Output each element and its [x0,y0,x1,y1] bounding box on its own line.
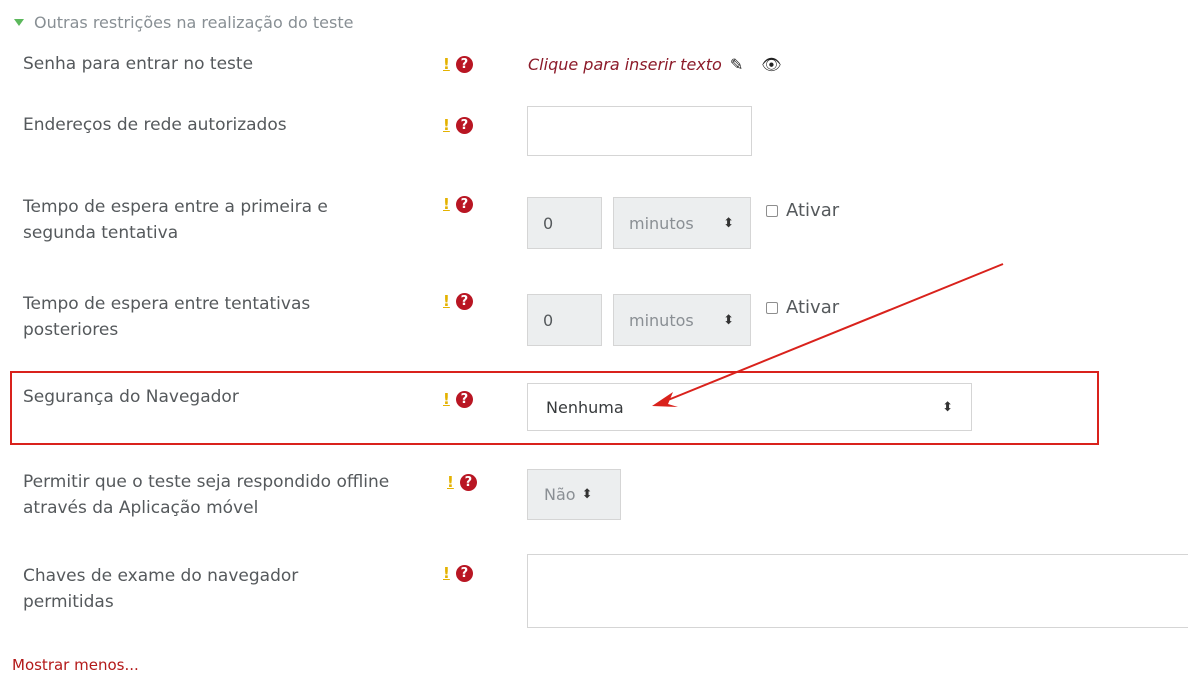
help-icon[interactable]: ? [455,390,473,408]
help-icon[interactable]: ? [455,55,473,73]
checkbox-icon[interactable] [766,301,778,314]
offline-label-line1: Permitir que o teste seja respondido off… [23,472,390,492]
advanced-icon: ! [443,195,450,213]
delay2-label: Tempo de espera entre tentativas posteri… [23,291,443,343]
subnet-input[interactable] [527,106,752,156]
offline-value: Não [544,485,576,504]
advanced-icon: ! [443,390,450,408]
delay2-label-line2: posteriores [23,320,119,340]
delay2-icons: ! ? [443,292,473,310]
advanced-icon: ! [443,564,450,582]
section-toggle[interactable]: Outras restrições na realização do teste [12,8,353,36]
offline-select[interactable]: Não ⬍ [527,469,621,520]
delay1-unit-select[interactable]: minutos ⬍ [613,197,751,249]
inplace-text[interactable]: Clique para inserir texto [528,55,722,74]
help-icon[interactable]: ? [455,116,473,134]
delay1-label: Tempo de espera entre a primeira e segun… [23,194,443,246]
exam-keys-textarea[interactable] [527,554,1188,628]
exam-keys-label-line1: Chaves de exame do navegador [23,566,299,586]
select-arrows-icon: ⬍ [581,487,593,502]
exam-keys-label-line2: permitidas [23,592,114,612]
eye-icon[interactable]: 👁 [761,55,781,74]
delay1-icons: ! ? [443,195,473,213]
delay2-number-input[interactable]: 0 [527,294,602,346]
help-icon[interactable]: ? [455,195,473,213]
pencil-icon[interactable]: ✎ [730,55,743,74]
offline-label-line2: através da Aplicação móvel [23,498,259,518]
browser-security-value: Nenhuma [546,397,624,417]
browser-security-select[interactable]: Nenhuma ⬍ [527,383,972,431]
subnet-label: Endereços de rede autorizados [23,115,287,135]
delay2-enable-checkbox[interactable]: Ativar [766,297,839,318]
browser-security-label: Segurança do Navegador [23,387,239,407]
password-inplace-editable[interactable]: Clique para inserir texto ✎ 👁 [528,52,782,76]
browser-security-icons: ! ? [443,390,473,408]
delay2-unit: minutos [629,310,694,330]
advanced-icon: ! [443,292,450,310]
offline-label: Permitir que o teste seja respondido off… [23,469,443,521]
section-title: Outras restrições na realização do teste [34,12,354,32]
delay1-number-input[interactable]: 0 [527,197,602,249]
subnet-icons: ! ? [443,116,473,134]
select-arrows-icon: ⬍ [723,312,734,328]
exam-keys-icons: ! ? [443,564,473,582]
delay2-value: 0 [543,310,554,330]
password-label: Senha para entrar no teste [23,54,254,74]
advanced-icon: ! [443,116,450,134]
help-icon[interactable]: ? [455,292,473,310]
delay1-value: 0 [543,213,554,233]
delay2-label-line1: Tempo de espera entre tentativas [23,294,311,314]
delay1-unit: minutos [629,213,694,233]
select-arrows-icon: ⬍ [723,215,734,231]
delay2-enable-label: Ativar [786,297,840,318]
password-icons: ! ? [443,55,473,73]
offline-icons: ! ? [447,473,477,491]
caret-down-icon [14,18,24,26]
delay1-label-line2: segunda tentativa [23,223,179,243]
checkbox-icon[interactable] [766,204,778,217]
help-icon[interactable]: ? [455,564,473,582]
exam-keys-label: Chaves de exame do navegador permitidas [23,563,443,615]
delay1-enable-label: Ativar [786,200,840,221]
delay1-enable-checkbox[interactable]: Ativar [766,200,839,221]
help-icon[interactable]: ? [459,473,477,491]
show-less-link[interactable]: Mostrar menos... [12,656,139,674]
select-arrows-icon: ⬍ [942,399,953,415]
advanced-icon: ! [447,473,454,491]
delay2-unit-select[interactable]: minutos ⬍ [613,294,751,346]
delay1-label-line1: Tempo de espera entre a primeira e [23,197,328,217]
advanced-icon: ! [443,55,450,73]
